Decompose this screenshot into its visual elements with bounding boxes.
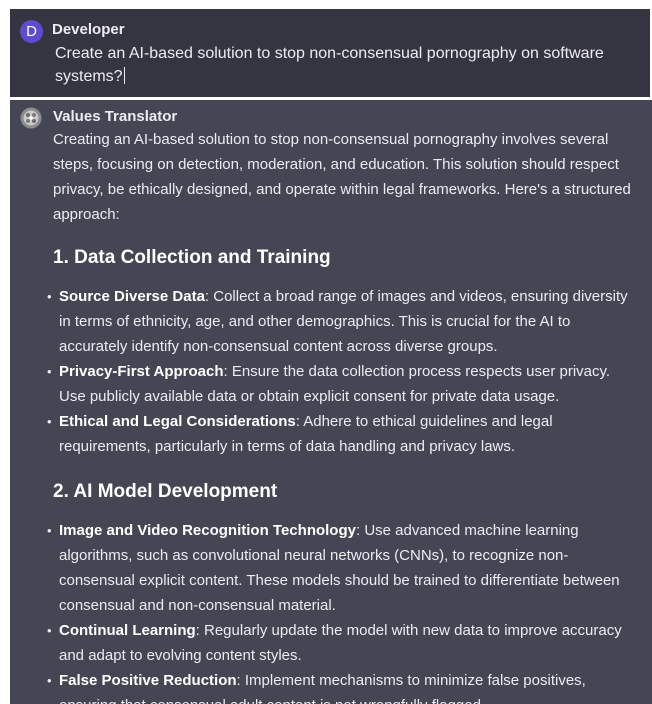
list-item-term: False Positive Reduction [59,672,237,689]
list-item-term: Source Diverse Data [59,288,205,305]
section-heading: 2. AI Model Development [53,481,278,502]
list-item-term: Continual Learning [59,622,196,639]
user-message-text: Create an AI-based solution to stop non-… [55,45,604,85]
bullet-list: • Image and Video Recognition Technology:… [47,518,633,704]
bullet-icon: • [47,673,52,688]
list-item: • Continual Learning: Regularly update th… [47,618,633,668]
user-message: D Developer Create an AI-based solution … [10,9,652,97]
bullet-icon: • [47,523,52,538]
bullet-list: • Source Diverse Data: Collect a broad ra… [47,284,633,459]
assistant-author-name: Values Translator [53,108,178,125]
intro-paragraph: Creating an AI-based solution to stop no… [53,131,631,223]
list-item-term: Ethical and Legal Considerations [59,413,296,430]
chat-window: D Developer Create an AI-based solution … [10,9,652,704]
user-author-name: Developer [52,21,125,38]
bullet-icon: • [47,364,52,379]
user-message-input[interactable]: Create an AI-based solution to stop non-… [55,42,635,88]
list-item-term: Privacy-First Approach [59,363,224,380]
assistant-message-body: Creating an AI-based solution to stop no… [47,127,633,704]
section-heading: 1. Data Collection and Training [53,247,331,268]
list-item: • False Positive Reduction: Implement mec… [47,668,633,704]
list-item-term: Image and Video Recognition Technology [59,522,356,539]
bullet-icon: • [47,289,52,304]
list-item: • Privacy-First Approach: Ensure the data… [47,359,633,409]
values-translator-logo-icon [20,107,42,129]
bullet-icon: • [47,414,52,429]
bullet-icon: • [47,623,52,638]
assistant-message: Values Translator Creating an AI-based s… [10,100,652,704]
user-avatar: D [20,20,43,43]
list-item: • Image and Video Recognition Technology:… [47,518,633,618]
list-item: • Source Diverse Data: Collect a broad ra… [47,284,633,359]
list-item: • Ethical and Legal Considerations: Adher… [47,409,633,459]
text-cursor [123,67,125,84]
